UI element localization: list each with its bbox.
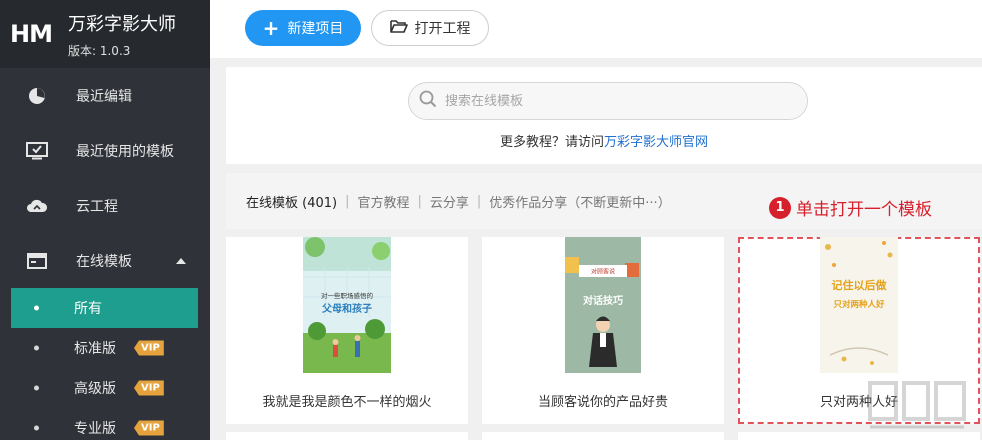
app-version: 版本: 1.0.3: [68, 43, 131, 58]
sidebar-subitem-advanced[interactable]: 高级版 VIP: [0, 368, 210, 408]
new-project-label: 新建项目: [287, 21, 344, 37]
tab-showcase[interactable]: 优秀作品分享（不断更新中···）: [489, 192, 670, 211]
vip-badge: VIP: [134, 380, 164, 396]
step-annotation: 1 单击打开一个模板: [769, 195, 932, 220]
template-card-partial[interactable]: [482, 432, 724, 440]
thumb-text-line2: 对话技巧: [583, 294, 623, 307]
template-thumbnail: 对顾客说 对话技巧: [565, 237, 641, 373]
thumb-text-line2: 只对两种人好: [833, 299, 885, 310]
thumb-text-line1: 记住以后做: [832, 278, 888, 292]
sidebar-subitem-professional[interactable]: 专业版 VIP: [0, 408, 210, 440]
brand-header: HM 万彩字影大师 版本: 1.0.3: [0, 0, 210, 68]
thumb-text-line1: 对顾客说: [591, 268, 615, 276]
bullet-dot: [34, 385, 39, 391]
tab-separator: |: [345, 194, 350, 209]
step-annotation-text: 单击打开一个模板: [796, 200, 932, 220]
tutorial-text: 更多教程？请访问: [499, 135, 604, 150]
tab-official-tutorials[interactable]: 官方教程: [357, 192, 409, 211]
tab-separator: |: [417, 194, 422, 209]
template-card[interactable]: 对一些职场感悟的 父母和孩子 我就是我是颜色不一样的烟火: [226, 237, 468, 424]
vip-badge: VIP: [134, 420, 164, 436]
tutorial-line: 更多教程？请访问万彩字影大师官网: [226, 131, 982, 150]
template-title: 当顾客说你的产品好贵: [537, 395, 668, 410]
monitor-check-icon: [26, 141, 48, 160]
open-project-button[interactable]: 打开工程: [371, 10, 489, 46]
caret-up-icon: [176, 257, 186, 264]
sidebar-item-recent-edits[interactable]: 最近编辑: [0, 68, 210, 123]
template-thumbnail: 记住以后做 只对两种人好: [820, 237, 898, 373]
folder-open-icon: [389, 19, 408, 38]
sidebar-item-label: 云工程: [76, 198, 118, 215]
bullet-dot: [34, 305, 39, 311]
watermark-logo: [868, 381, 966, 429]
thumb-text-line1: 对一些职场感悟的: [321, 291, 374, 300]
sidebar-subitem-label: 高级版: [74, 381, 116, 397]
bullet-dot: [34, 425, 39, 431]
template-card-partial[interactable]: [226, 432, 468, 440]
search-panel: 更多教程？请访问万彩字影大师官网: [226, 67, 982, 164]
step-number-badge: 1: [769, 196, 791, 219]
sidebar-subitem-label: 专业版: [74, 421, 116, 437]
template-tabs: 在线模板 (401) | 官方教程 | 云分享 | 优秀作品分享（不断更新中··…: [246, 192, 671, 211]
top-toolbar: + 新建项目 打开工程: [210, 0, 982, 58]
template-card[interactable]: 对顾客说 对话技巧 当顾客说你的产品好贵: [482, 237, 724, 424]
sidebar-subitem-standard[interactable]: 标准版 VIP: [0, 328, 210, 368]
sidebar: HM 万彩字影大师 版本: 1.0.3 最近编辑 最近使用的模板 云工程 在线模…: [0, 0, 210, 440]
sidebar-item-label: 最近编辑: [76, 88, 132, 105]
template-title: 我就是我是颜色不一样的烟火: [262, 395, 432, 410]
filter-bar: 在线模板 (401) | 官方教程 | 云分享 | 优秀作品分享（不断更新中··…: [226, 173, 982, 229]
tab-separator: |: [476, 194, 482, 209]
sidebar-item-label: 最近使用的模板: [76, 143, 174, 160]
official-site-link[interactable]: 万彩字影大师官网: [604, 135, 708, 150]
sidebar-item-label: 在线模板: [76, 253, 132, 270]
template-thumbnail: 对一些职场感悟的 父母和孩子: [303, 237, 391, 373]
tab-cloud-share[interactable]: 云分享: [430, 192, 469, 211]
tab-online-templates[interactable]: 在线模板 (401): [246, 192, 337, 211]
sidebar-item-online-templates[interactable]: 在线模板: [0, 233, 210, 288]
search-icon: [419, 90, 437, 112]
vip-badge: VIP: [134, 340, 164, 356]
sidebar-subitem-all[interactable]: 所有: [11, 288, 198, 328]
bullet-dot: [34, 345, 39, 351]
plus-icon: +: [262, 16, 280, 40]
app-logo: HM: [10, 20, 53, 48]
new-project-button[interactable]: + 新建项目: [245, 10, 361, 46]
search-input[interactable]: [445, 93, 785, 109]
search-box[interactable]: [408, 82, 808, 120]
app-name: 万彩字影大师: [68, 13, 176, 35]
thumb-text-line2: 父母和孩子: [321, 302, 372, 315]
cloud-icon: [26, 197, 48, 215]
sidebar-item-recent-templates[interactable]: 最近使用的模板: [0, 123, 210, 178]
pie-icon: [26, 87, 48, 105]
sidebar-subitem-label: 所有: [74, 301, 102, 317]
window-icon: [26, 252, 48, 270]
sidebar-item-cloud-projects[interactable]: 云工程: [0, 178, 210, 233]
sidebar-subitem-label: 标准版: [74, 341, 116, 357]
open-project-label: 打开工程: [414, 21, 471, 37]
